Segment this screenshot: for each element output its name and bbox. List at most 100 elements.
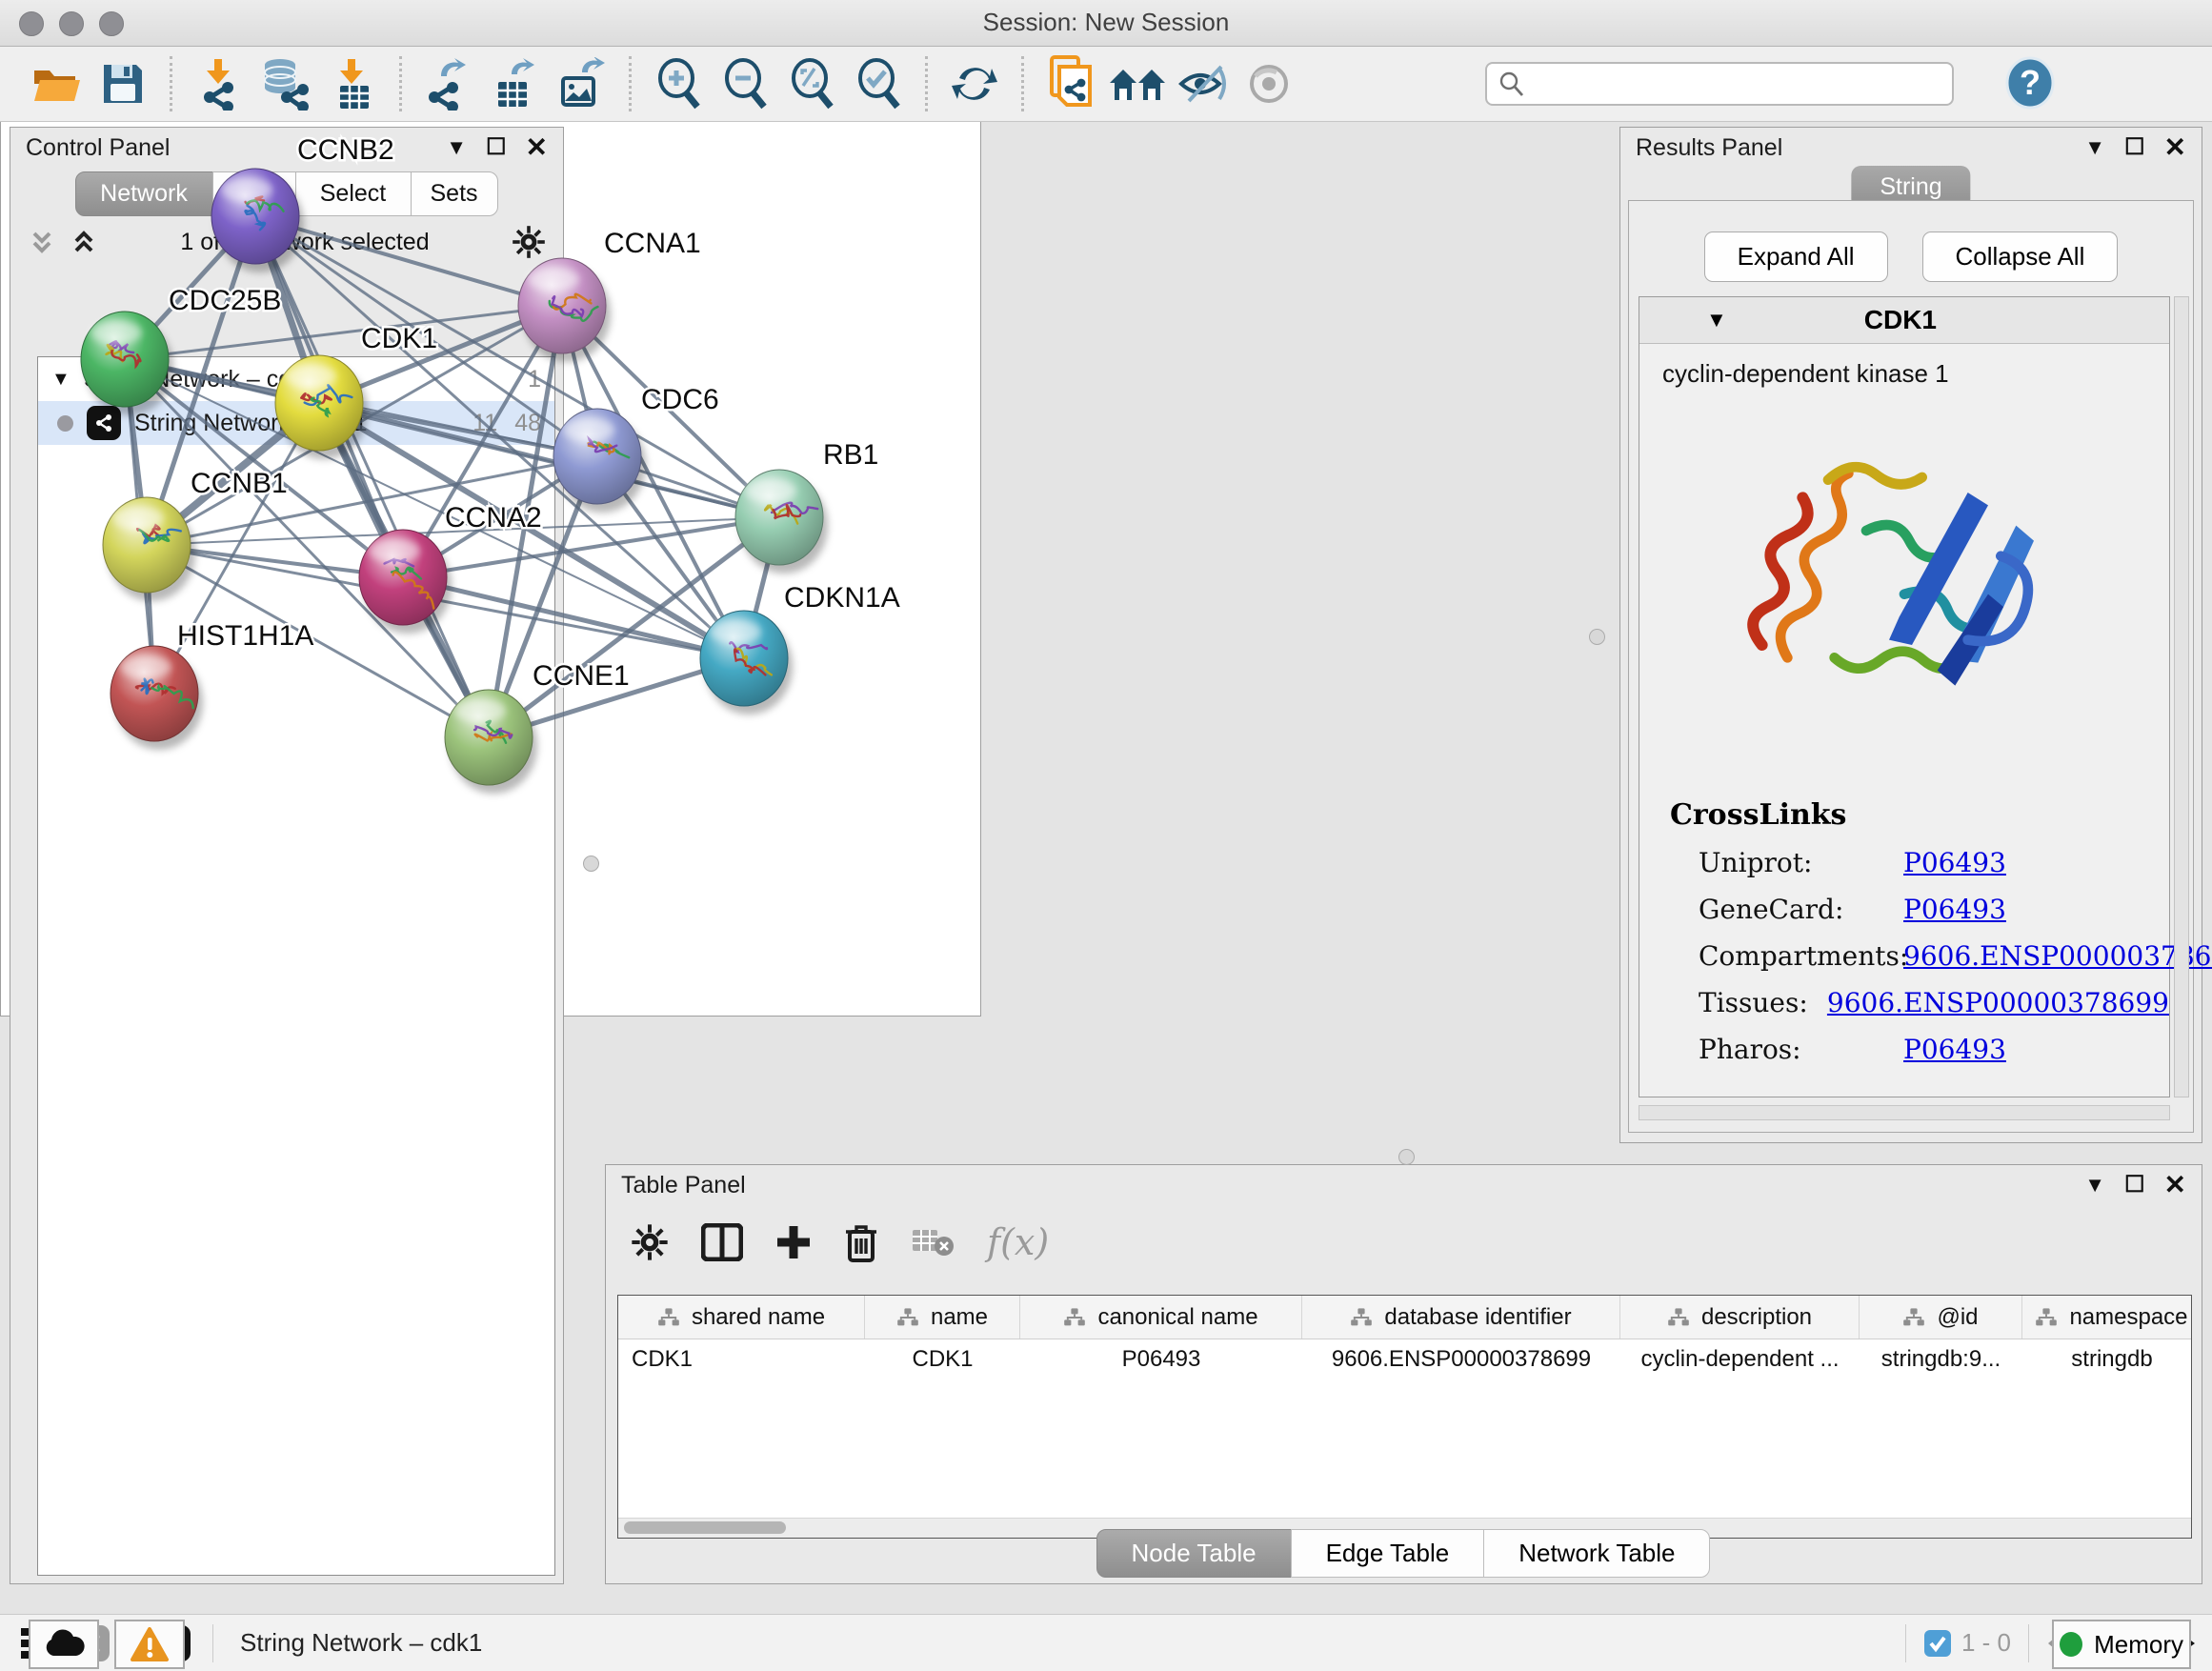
tree-attribute-icon [657, 1307, 680, 1328]
tree-attribute-icon [1350, 1307, 1373, 1328]
delete-column-button[interactable] [844, 1222, 878, 1262]
tree-attribute-icon [1063, 1307, 1086, 1328]
memory-label: Memory [2094, 1630, 2183, 1660]
column-header-database-identifier[interactable]: database identifier [1302, 1296, 1620, 1339]
node-label: CCNB1 [191, 468, 288, 499]
warning-icon [131, 1627, 169, 1661]
float-panel-button[interactable]: ▼ [2084, 1175, 2105, 1196]
node-label: CCNE1 [533, 660, 630, 692]
protein-card-header[interactable]: ▼ CDK1 [1639, 297, 2169, 344]
crosslink-row: Uniprot: P06493 [1699, 847, 2169, 878]
crosslink-link[interactable]: P06493 [1903, 894, 2006, 925]
tab-node-table[interactable]: Node Table [1096, 1529, 1292, 1578]
crosslink-label: Tissues: [1699, 987, 1827, 1018]
node-label: CCNA1 [604, 228, 701, 259]
close-panel-button[interactable]: ✕ [2164, 1172, 2186, 1198]
show-glass-button[interactable] [1237, 52, 1304, 115]
table-row[interactable]: CDK1CDK1P064939606.ENSP00000378699cyclin… [618, 1339, 2191, 1379]
splitter-grip[interactable] [583, 856, 599, 872]
splitter-grip[interactable] [1398, 1149, 1415, 1165]
memory-status-dot [2060, 1632, 2082, 1657]
crosslink-link[interactable]: P06493 [1903, 847, 2006, 878]
tree-attribute-icon [1667, 1307, 1690, 1328]
results-panel-title: Results Panel [1636, 134, 1782, 162]
svg-text:?: ? [2020, 63, 2041, 102]
table-cell: stringdb:9... [1860, 1339, 2022, 1379]
node-label: HIST1H1A [177, 620, 313, 652]
float-panel-button[interactable]: ▼ [2084, 137, 2105, 158]
network-view-panel: CCNB2CCNA1CDC25BCDK1CDC6RB1CCNB1CCNA2CDK… [0, 0, 981, 1017]
string-document-button[interactable] [1037, 52, 1104, 115]
column-header-shared-name[interactable]: shared name [618, 1296, 865, 1339]
column-header-canonical-name[interactable]: canonical name [1020, 1296, 1302, 1339]
search-input[interactable] [1525, 70, 1942, 98]
node-label: RB1 [823, 439, 878, 471]
delete-table-icon [911, 1226, 955, 1258]
string-results-box: Expand All Collapse All ▼ CDK1 cyclin-de… [1628, 200, 2194, 1133]
splitter-grip[interactable] [1589, 629, 1605, 645]
string-home-button[interactable] [1104, 52, 1171, 115]
column-header-description[interactable]: description [1620, 1296, 1860, 1339]
crosslink-link[interactable]: 9606.ENSP00000378699 [1903, 940, 2212, 972]
help-icon: ? [2005, 56, 2055, 110]
function-builder-button[interactable]: f(x) [987, 1221, 1049, 1263]
node-label: CDC6 [641, 384, 719, 415]
crosslink-label: Uniprot: [1699, 847, 1903, 878]
network-graph-canvas[interactable]: CCNB2CCNA1CDC25BCDK1CDC6RB1CCNB1CCNA2CDK… [0, 0, 979, 957]
gear-icon [631, 1223, 669, 1261]
current-network-title: String Network – cdk1 [240, 1628, 482, 1658]
node-label: CDK1 [361, 323, 437, 354]
collapse-all-button[interactable]: Collapse All [1922, 232, 2119, 282]
memory-button[interactable]: Memory [2052, 1620, 2191, 1669]
table-cell: cyclin-dependent ... [1620, 1339, 1860, 1379]
horizontal-scrollbar[interactable] [1639, 1105, 2170, 1120]
columns-icon [701, 1223, 743, 1261]
table-panel-header: Table Panel ▼ ☐ ✕ [606, 1165, 2202, 1205]
search-box [1485, 62, 1954, 106]
houses-icon [1108, 62, 1167, 106]
eye-slash-icon [1177, 61, 1231, 107]
delete-table-button[interactable] [911, 1226, 955, 1258]
results-panel: Results Panel ▼ ☐ ✕ String Expand All Co… [1619, 127, 2202, 1143]
close-panel-button[interactable]: ✕ [2164, 134, 2186, 161]
undock-panel-button[interactable]: ☐ [2124, 1174, 2145, 1197]
vertical-scrollbar[interactable] [2174, 296, 2189, 1097]
crosslink-row: Pharos: P06493 [1699, 1034, 2169, 1065]
protein-card: ▼ CDK1 cyclin-dependent kinase 1 [1639, 296, 2170, 1097]
column-header-namespace[interactable]: namespace [2022, 1296, 2192, 1339]
warning-status-button[interactable] [114, 1620, 185, 1669]
crosslinks-title: CrossLinks [1670, 798, 2169, 832]
table-cell: stringdb [2022, 1339, 2192, 1379]
results-panel-header: Results Panel ▼ ☐ ✕ [1620, 128, 2202, 168]
selected-checkbox-icon[interactable] [1923, 1629, 1952, 1658]
crosslink-label: GeneCard: [1699, 894, 1903, 925]
eye-icon [1246, 63, 1296, 105]
toolbar-separator [2028, 1624, 2029, 1662]
crosslink-label: Compartments: [1699, 940, 1903, 972]
selected-node-edge-count: 1 - 0 [1961, 1628, 2011, 1658]
disclosure-triangle-icon[interactable]: ▼ [1706, 308, 1727, 332]
help-button[interactable]: ? [2000, 55, 2061, 113]
table-cell: CDK1 [865, 1339, 1020, 1379]
add-column-button[interactable] [775, 1224, 812, 1260]
undock-panel-button[interactable]: ☐ [2124, 136, 2145, 159]
node-label: CDKN1A [784, 582, 900, 614]
tab-network-table[interactable]: Network Table [1483, 1529, 1710, 1578]
toolbar-separator [212, 1624, 213, 1662]
application-window: Session: New Session [0, 0, 2212, 1671]
crosslink-link[interactable]: P06493 [1903, 1034, 2006, 1065]
column-header--id[interactable]: @id [1860, 1296, 2022, 1339]
hide-glass-button[interactable] [1171, 52, 1237, 115]
node-label: CCNA2 [445, 502, 542, 534]
table-body: CDK1CDK1P064939606.ENSP00000378699cyclin… [618, 1339, 2191, 1379]
tab-edge-table[interactable]: Edge Table [1291, 1529, 1485, 1578]
node-table: shared namenamecanonical namedatabase id… [617, 1295, 2192, 1539]
expand-all-button[interactable]: Expand All [1704, 232, 1888, 282]
column-header-name[interactable]: name [865, 1296, 1020, 1339]
table-tabs: Node Table Edge Table Network Table [606, 1529, 2202, 1578]
crosslink-link[interactable]: 9606.ENSP00000378699 [1827, 987, 2169, 1018]
cloud-status-button[interactable] [29, 1620, 99, 1669]
toolbar-separator [1905, 1624, 1906, 1662]
table-options-button[interactable] [631, 1223, 669, 1261]
show-columns-button[interactable] [701, 1223, 743, 1261]
